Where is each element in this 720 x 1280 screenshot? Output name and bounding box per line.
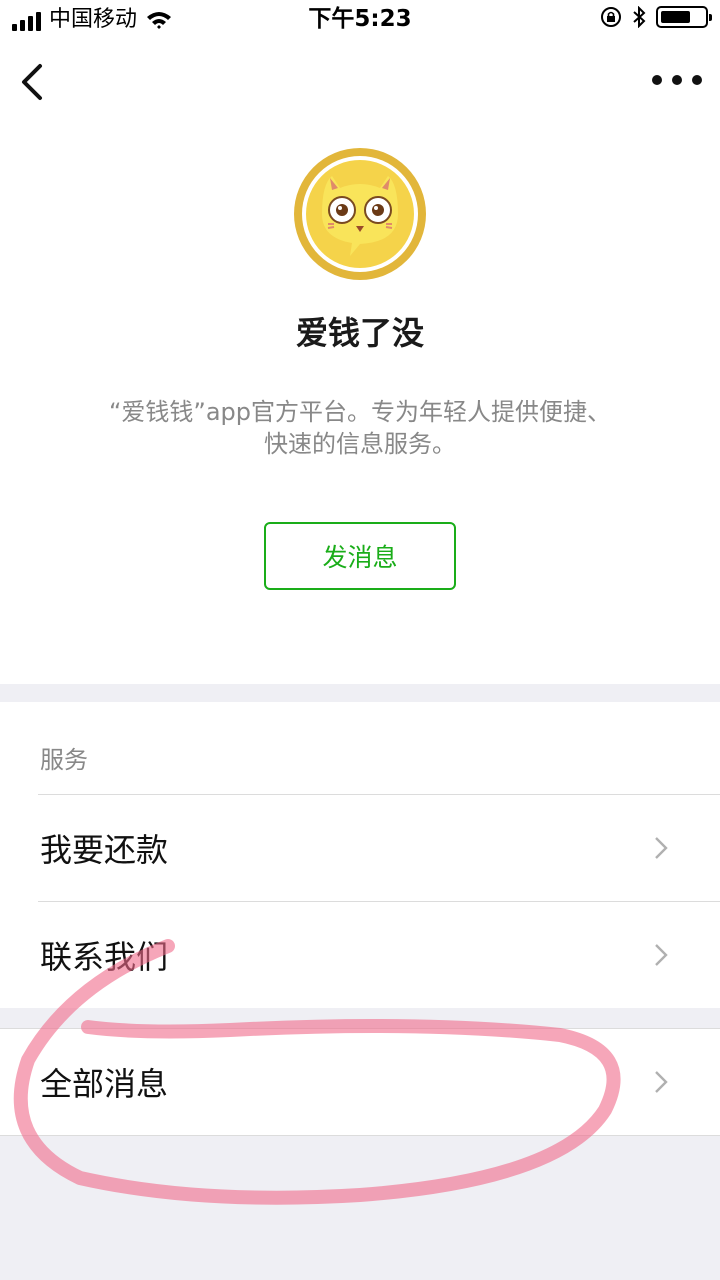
navigation-bar (0, 40, 720, 128)
all-messages-label: 全部消息 (40, 1065, 169, 1103)
bluetooth-icon (633, 6, 646, 28)
account-name: 爱钱了没 (295, 314, 424, 352)
chevron-right-icon (655, 837, 668, 859)
chevron-left-icon (22, 64, 42, 100)
services-section: 服务 我要还款 联系我们 (0, 702, 720, 1008)
battery-icon (656, 6, 712, 28)
account-profile: 爱钱了没 “爱钱钱”app官方平台。专为年轻人提供便捷、快速的信息服务。 发消息 (0, 128, 720, 684)
service-item-contact[interactable]: 联系我们 (0, 902, 720, 1008)
all-messages-row[interactable]: 全部消息 (0, 1028, 720, 1136)
service-item-label: 联系我们 (40, 938, 169, 976)
more-button[interactable] (652, 66, 702, 94)
section-title: 服务 (40, 746, 88, 774)
account-description: “爱钱钱”app官方平台。专为年轻人提供便捷、快速的信息服务。 (108, 398, 612, 458)
status-bar: 中国移动 下午5:23 (0, 0, 720, 40)
chevron-right-icon (655, 1071, 668, 1093)
send-message-button[interactable]: 发消息 (264, 522, 456, 590)
back-button[interactable] (14, 58, 54, 106)
service-item-repay[interactable]: 我要还款 (0, 795, 720, 901)
service-item-label: 我要还款 (40, 831, 169, 869)
orientation-lock-icon (601, 7, 621, 27)
more-dots-icon (652, 75, 662, 85)
battery-level (661, 11, 690, 23)
chevron-right-icon (655, 944, 668, 966)
account-avatar (294, 148, 426, 280)
all-messages-item[interactable]: 全部消息 (0, 1029, 720, 1135)
